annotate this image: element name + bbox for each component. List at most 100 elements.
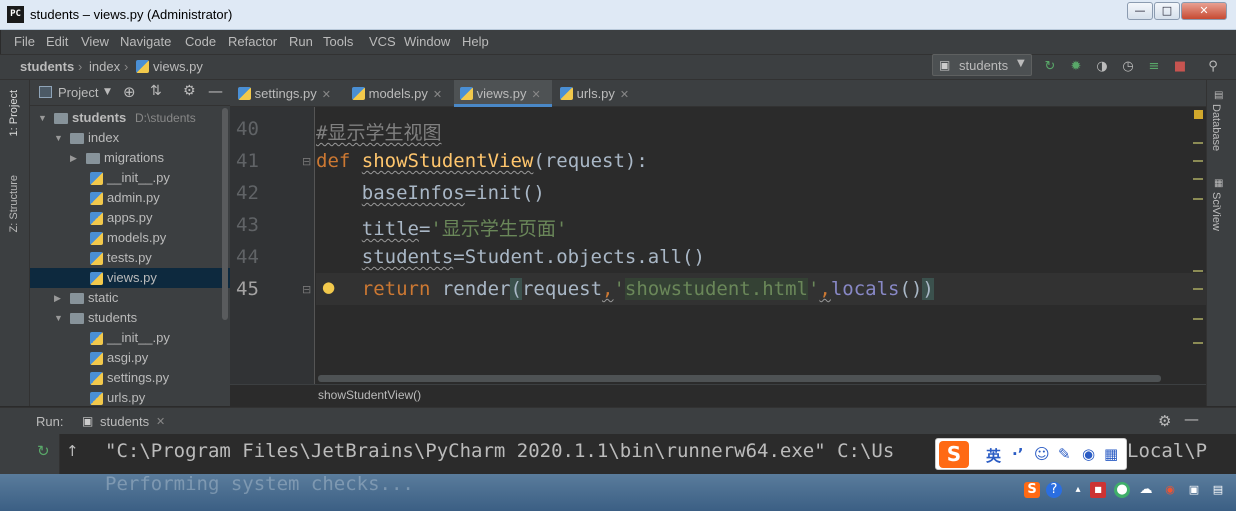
gear-icon[interactable]: ⚙	[1158, 412, 1171, 430]
hide-panel-icon[interactable]: —	[1184, 410, 1199, 428]
tree-file-item[interactable]: __init__.py	[30, 328, 230, 348]
tab-views-py[interactable]: views.py ✕	[454, 80, 552, 107]
editor-horizontal-scrollbar[interactable]	[318, 375, 1161, 382]
help-tray-icon[interactable]: ?	[1046, 482, 1062, 498]
display-tray-icon[interactable]: ▤	[1210, 482, 1226, 498]
project-scrollbar[interactable]	[222, 108, 228, 320]
menu-edit[interactable]: Edit	[46, 34, 68, 49]
tree-file-item[interactable]: urls.py	[30, 388, 230, 408]
tab-urls-py[interactable]: urls.py ✕	[560, 80, 640, 107]
maximize-button[interactable]: □	[1154, 2, 1180, 20]
close-icon[interactable]: ✕	[322, 89, 331, 101]
tab-settings-py[interactable]: settings.py ✕	[238, 80, 352, 107]
menu-tools[interactable]: Tools	[323, 34, 353, 49]
close-icon[interactable]: ✕	[531, 89, 540, 101]
tree-file-item[interactable]: admin.py	[30, 188, 230, 208]
hide-panel-icon[interactable]: —	[208, 82, 223, 100]
weibo-tray-icon[interactable]: ◉	[1162, 482, 1178, 498]
project-view-select[interactable]: Project	[58, 85, 98, 100]
tab-structure[interactable]: Z: Structure	[8, 175, 20, 232]
tree-file-item[interactable]: apps.py	[30, 208, 230, 228]
arrow-up-icon[interactable]: ↑	[66, 442, 79, 460]
menu-run[interactable]: Run	[289, 34, 313, 49]
fold-icon[interactable]: ⊟	[302, 283, 311, 296]
chevron-right-icon[interactable]: ▶	[54, 288, 61, 308]
tree-file-item[interactable]: tests.py	[30, 248, 230, 268]
menu-navigate[interactable]: Navigate	[120, 34, 171, 49]
tree-folder-item[interactable]: ▼ students	[30, 308, 230, 328]
tree-file-item[interactable]: settings.py	[30, 368, 230, 388]
toolbox-icon[interactable]: ▦	[1104, 445, 1118, 463]
error-stripe-mark[interactable]	[1193, 270, 1203, 272]
run-configuration-select[interactable]: ▣ students ▼	[932, 54, 1032, 76]
gear-icon[interactable]: ⚙	[183, 83, 196, 99]
tree-folder-item[interactable]: ▶ static	[30, 288, 230, 308]
debug-icon[interactable]: ✹	[1068, 59, 1084, 75]
tab-models-py[interactable]: models.py ✕	[352, 80, 454, 107]
tree-file-item[interactable]: views.py	[30, 268, 230, 288]
breadcrumb-index[interactable]: index	[89, 59, 120, 74]
chevron-down-icon[interactable]: ▼	[54, 128, 63, 148]
tree-folder-item[interactable]: ▶ migrations	[30, 148, 230, 168]
chat-tray-icon[interactable]: ●	[1114, 482, 1130, 498]
app-tray-icon[interactable]: ■	[1090, 482, 1106, 498]
rerun-icon[interactable]: ↻	[37, 442, 50, 460]
editor-breadcrumb[interactable]: showStudentView()	[318, 388, 421, 402]
rerun-icon[interactable]: ↻	[1042, 59, 1058, 75]
skin-icon[interactable]: ✎	[1058, 445, 1071, 463]
error-stripe-mark[interactable]	[1193, 342, 1203, 344]
locate-icon[interactable]: ⊕	[123, 83, 136, 101]
breadcrumb-students[interactable]: students	[20, 59, 74, 74]
error-stripe-mark[interactable]	[1193, 318, 1203, 320]
sogou-logo-icon[interactable]: S	[939, 441, 969, 468]
chevron-down-icon[interactable]: ▼	[38, 108, 47, 128]
network-tray-icon[interactable]: ▣	[1186, 482, 1202, 498]
tab-sciview[interactable]: SciView	[1210, 192, 1222, 231]
tab-project[interactable]: 1: Project	[8, 90, 20, 136]
error-stripe-mark[interactable]	[1193, 160, 1203, 162]
close-button[interactable]: ✕	[1181, 2, 1227, 20]
error-stripe-mark[interactable]	[1193, 178, 1203, 180]
stop-icon[interactable]: ■	[1172, 59, 1188, 75]
sogou-tray-icon[interactable]: S	[1024, 482, 1040, 498]
chevron-down-icon[interactable]: ▼	[104, 87, 111, 97]
tab-database[interactable]: Database	[1210, 104, 1222, 151]
collapse-all-icon[interactable]: ⇅	[150, 83, 162, 99]
menu-window[interactable]: Window	[404, 34, 450, 49]
chevron-right-icon[interactable]: ▶	[70, 148, 77, 168]
python-file-icon	[460, 87, 473, 100]
menu-refactor[interactable]: Refactor	[228, 34, 277, 49]
tree-folder-item[interactable]: ▼ students D:\students	[30, 108, 230, 128]
fold-icon[interactable]: ⊟	[302, 155, 311, 168]
error-stripe-mark[interactable]	[1193, 198, 1203, 200]
tree-file-item[interactable]: asgi.py	[30, 348, 230, 368]
tree-file-item[interactable]: models.py	[30, 228, 230, 248]
minimize-button[interactable]: —	[1127, 2, 1153, 20]
close-icon[interactable]: ✕	[433, 89, 442, 101]
menu-help[interactable]: Help	[462, 34, 489, 49]
menu-code[interactable]: Code	[185, 34, 216, 49]
tree-file-item[interactable]: __init__.py	[30, 168, 230, 188]
menu-view[interactable]: View	[81, 34, 109, 49]
microphone-icon[interactable]: ◉	[1082, 445, 1095, 463]
emoji-icon[interactable]: ☺	[1034, 445, 1050, 463]
menu-file[interactable]: File	[14, 34, 35, 49]
run-tab-students[interactable]: students	[100, 414, 149, 429]
chevron-down-icon[interactable]: ▼	[54, 308, 63, 328]
concurrency-icon[interactable]: ≡	[1146, 59, 1162, 75]
error-stripe-mark[interactable]	[1193, 142, 1203, 144]
tray-expand-icon[interactable]: ▴	[1070, 482, 1086, 498]
profile-icon[interactable]: ◷	[1120, 59, 1136, 75]
coverage-icon[interactable]: ◑	[1094, 59, 1110, 75]
warning-indicator-icon[interactable]	[1194, 110, 1203, 119]
ime-language-toggle[interactable]: 英	[986, 445, 1001, 466]
ime-punctuation-toggle[interactable]: ·’	[1012, 445, 1023, 463]
search-icon[interactable]: ⚲	[1205, 59, 1221, 75]
cloud-tray-icon[interactable]: ☁	[1138, 482, 1154, 498]
close-icon[interactable]: ✕	[156, 415, 165, 428]
menu-vcs[interactable]: VCS	[369, 34, 396, 49]
tree-folder-item[interactable]: ▼ index	[30, 128, 230, 148]
error-stripe-mark[interactable]	[1193, 288, 1203, 290]
close-icon[interactable]: ✕	[620, 89, 629, 101]
breadcrumb-views[interactable]: views.py	[153, 59, 203, 74]
